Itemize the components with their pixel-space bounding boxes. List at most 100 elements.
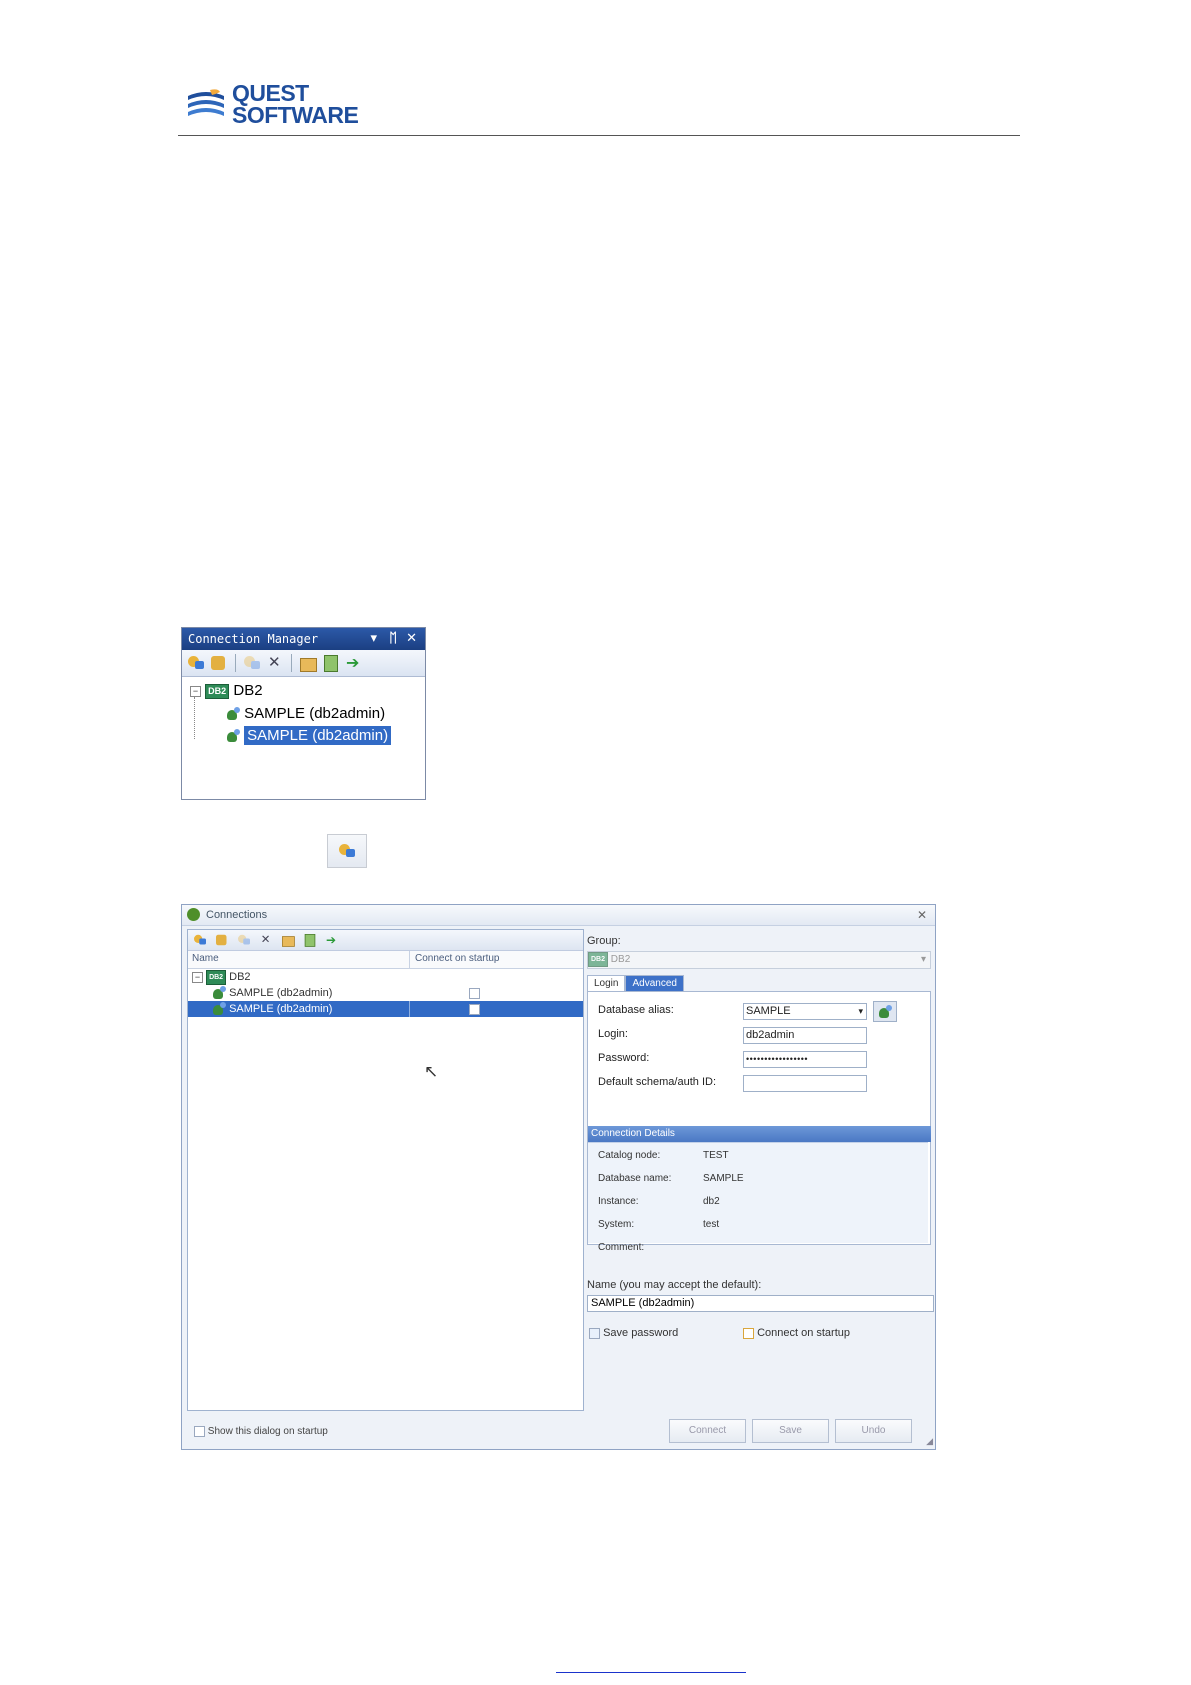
chevron-down-icon: ▾	[858, 1006, 863, 1016]
connect-icon[interactable]	[325, 933, 340, 948]
panel-menu-icon[interactable]: ▾	[370, 628, 377, 650]
dialog-title-bar: Connections ✕	[182, 905, 935, 926]
brand-line-2: SOFTWARE	[232, 102, 359, 128]
tree-node-label: DB2	[233, 682, 263, 699]
connection-tree: − DB2 DB2 SAMPLE (db2admin) SAMPLE (db2a…	[182, 677, 425, 797]
db2-icon: DB2	[206, 969, 227, 985]
delete-icon[interactable]	[265, 653, 285, 673]
database-icon	[212, 1002, 226, 1016]
close-icon[interactable]: ✕	[917, 905, 927, 925]
tree-item-selected[interactable]: SAMPLE (db2admin)	[226, 726, 392, 745]
dialog-toolbar	[188, 930, 583, 951]
toolbar-separator	[235, 654, 236, 672]
group-select[interactable]: DB2 DB2 ▾	[587, 951, 931, 969]
quest-software-logo: QUEST SOFTWARE	[186, 82, 386, 128]
detail-value: TEST	[703, 1150, 729, 1161]
schema-input[interactable]	[743, 1075, 867, 1092]
mouse-pointer-icon: ↖	[424, 1062, 439, 1081]
column-header-startup[interactable]: Connect on startup	[415, 953, 500, 964]
grid-row-selected[interactable]: SAMPLE (db2admin)	[188, 1001, 583, 1017]
delete-icon[interactable]	[259, 933, 274, 948]
refresh-icon[interactable]	[303, 933, 318, 948]
connection-details-body: Catalog node: TEST Database name: SAMPLE…	[588, 1142, 928, 1253]
pin-icon[interactable]: ᛖ	[389, 628, 397, 650]
detail-label: Instance:	[598, 1196, 639, 1207]
tree-item[interactable]: SAMPLE (db2admin)	[226, 705, 385, 722]
password-input[interactable]: •••••••••••••••••	[743, 1051, 867, 1068]
db2-icon: DB2	[588, 952, 609, 967]
header-divider	[178, 135, 1020, 136]
database-alias-label: Database alias:	[598, 1004, 674, 1016]
collapse-icon[interactable]: −	[190, 685, 201, 697]
show-on-startup-checkbox[interactable]	[194, 1426, 205, 1437]
connection-properties-pane: Group: DB2 DB2 ▾ Login Advanced Database…	[583, 929, 934, 1409]
database-icon	[878, 1004, 892, 1019]
show-on-startup-option[interactable]: Show this dialog on startup	[194, 1426, 328, 1437]
database-alias-select[interactable]: SAMPLE ▾	[743, 1003, 867, 1020]
connect-icon[interactable]	[344, 653, 364, 673]
connections-dialog: Connections ✕ Name Connect on startup − …	[181, 904, 936, 1450]
save-password-checkbox[interactable]	[589, 1327, 600, 1339]
database-icon	[226, 729, 240, 743]
connect-on-startup-label: Connect on startup	[757, 1327, 851, 1339]
detail-value: db2	[703, 1196, 720, 1207]
connection-manager-panel: Connection Manager ▾ ᛖ ✕ − DB2 DB2 SAMPL…	[181, 627, 426, 800]
schema-label: Default schema/auth ID:	[598, 1076, 717, 1088]
row-name: SAMPLE (db2admin)	[229, 987, 333, 999]
panel-title: Connection Manager	[188, 632, 319, 646]
undo-button[interactable]: Undo	[835, 1419, 912, 1443]
group-label: DB2	[229, 971, 251, 983]
name-label: Name (you may accept the default):	[587, 1279, 762, 1291]
quest-logo-mark-icon	[188, 89, 224, 116]
column-header-name[interactable]: Name	[192, 953, 219, 964]
tree-node-db2[interactable]: − DB2 DB2	[190, 682, 263, 699]
detail-label: Database name:	[598, 1173, 672, 1184]
new-connection-icon[interactable]	[193, 933, 208, 948]
tab-advanced[interactable]: Advanced	[625, 975, 684, 991]
resize-grip-icon[interactable]: ◢	[926, 1436, 933, 1447]
footer-link-underline[interactable]	[556, 1672, 746, 1673]
connect-on-startup-checkbox[interactable]	[743, 1327, 754, 1339]
tab-login[interactable]: Login	[587, 975, 626, 991]
database-icon	[226, 707, 240, 721]
connection-list-pane: Name Connect on startup − DB2 DB2 SAMPLE…	[187, 929, 584, 1411]
login-label: Login:	[598, 1028, 628, 1040]
login-tab-panel: Database alias: SAMPLE ▾ Login: db2admin…	[587, 991, 931, 1253]
chevron-down-icon: ▾	[920, 954, 926, 965]
grid-header: Name Connect on startup	[188, 951, 583, 969]
properties-icon[interactable]	[281, 933, 296, 948]
group-select-value: DB2	[610, 954, 631, 966]
tree-item-label: SAMPLE (db2admin)	[244, 726, 392, 745]
startup-checkbox[interactable]	[469, 988, 480, 999]
new-connection-icon	[337, 841, 357, 861]
group-label: Group:	[587, 935, 621, 947]
panel-toolbar	[182, 650, 425, 677]
toolbar-separator	[291, 654, 292, 672]
connect-on-startup-option[interactable]: Connect on startup	[743, 1327, 850, 1339]
app-icon	[187, 908, 200, 921]
new-connection-icon[interactable]	[186, 653, 206, 673]
password-label: Password:	[598, 1052, 650, 1064]
login-input[interactable]: db2admin	[743, 1027, 867, 1044]
refresh-icon[interactable]	[321, 653, 341, 673]
disabled-edit-icon	[237, 933, 252, 948]
save-password-option[interactable]: Save password	[589, 1327, 678, 1339]
connect-button[interactable]: Connect	[669, 1419, 746, 1443]
grid-group-row[interactable]: − DB2 DB2	[188, 969, 583, 985]
save-button[interactable]: Save	[752, 1419, 829, 1443]
startup-checkbox[interactable]	[469, 1004, 480, 1015]
dialog-title: Connections	[206, 909, 268, 921]
detail-label: Comment:	[598, 1242, 645, 1253]
detail-label: System:	[598, 1219, 635, 1230]
collapse-icon[interactable]: −	[192, 971, 203, 983]
browse-database-button[interactable]	[873, 1001, 897, 1022]
close-icon[interactable]: ✕	[406, 628, 417, 650]
show-on-startup-label: Show this dialog on startup	[207, 1426, 328, 1438]
grid-row[interactable]: SAMPLE (db2admin)	[188, 985, 583, 1001]
name-input[interactable]: SAMPLE (db2admin)	[587, 1295, 934, 1312]
disabled-edit-icon	[242, 653, 262, 673]
properties-icon[interactable]	[298, 653, 318, 673]
new-connection-button-sample	[327, 834, 367, 868]
new-group-icon[interactable]	[209, 653, 229, 673]
new-group-icon[interactable]	[215, 933, 230, 948]
